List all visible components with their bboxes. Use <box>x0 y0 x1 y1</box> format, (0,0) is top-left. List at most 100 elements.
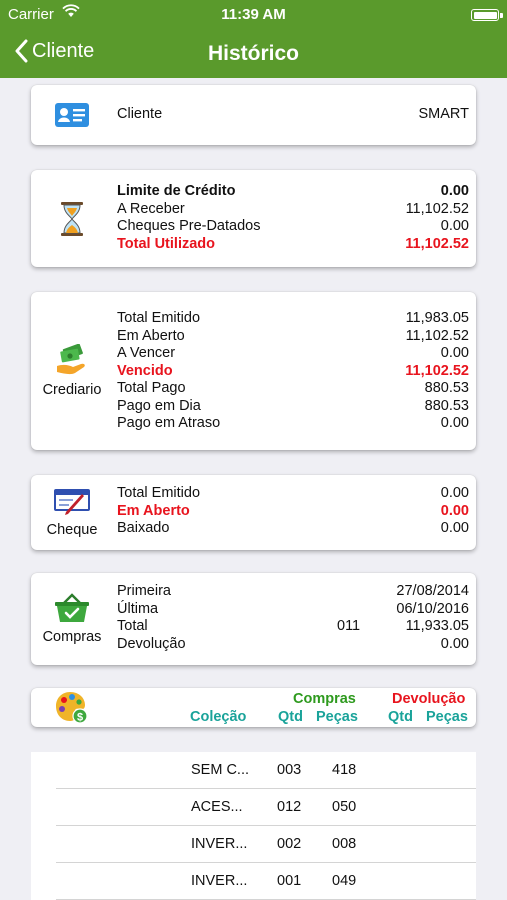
compras-qtd-header: Qtd <box>278 709 303 725</box>
colecao-name: ACES... <box>191 799 243 815</box>
total-used-value: 11,102.52 <box>405 235 469 252</box>
status-bar: Carrier 11:39 AM <box>0 0 507 30</box>
crediario-total-issued-value: 11,983.05 <box>405 310 469 326</box>
crediario-overdue-label: Vencido <box>117 362 173 379</box>
colecao-pecas: 008 <box>332 836 357 852</box>
cheque-total-issued-label: Total Emitido <box>117 485 201 501</box>
crediario-paid-on-time-label: Pago em Dia <box>117 397 201 414</box>
crediario-paid-on-time-row: Pago em Dia 880.53 <box>117 398 469 416</box>
devolucao-qtd-header: Qtd <box>388 709 413 725</box>
cheque-settled-row: Baixado 0.00 <box>117 520 469 538</box>
compras-first-value: 27/08/2014 <box>396 583 469 599</box>
compras-last-value: 06/10/2016 <box>396 600 469 617</box>
crediario-card: Crediario Total Emitido 11,983.05 Em Aber… <box>31 292 476 450</box>
credit-limit-row: Limite de Crédito 0.00 <box>117 183 469 201</box>
credit-card: Limite de Crédito 0.00 A Receber 11,102.52… <box>31 170 476 267</box>
table-row[interactable]: SEM C... 003 418 <box>56 752 476 789</box>
colecao-table: SEM C... 003 418 ACES... 012 050 INVER..… <box>31 752 476 900</box>
crediario-overdue-row: Vencido 11,102.52 <box>117 363 469 381</box>
cliente-row: Cliente SMART <box>117 106 469 124</box>
colecao-qtd: 003 <box>277 762 302 778</box>
compras-label: Compras <box>42 629 102 645</box>
clock: 11:39 AM <box>221 6 286 23</box>
cheque-settled-label: Baixado <box>117 520 170 536</box>
page-title: Histórico <box>207 42 299 65</box>
cheque-label: Cheque <box>46 521 98 538</box>
basket-check-icon <box>55 593 89 622</box>
colecao-name: INVER... <box>191 836 248 852</box>
crediario-paid-late-value: 0.00 <box>440 415 469 431</box>
navigation-bar: Cliente Histórico <box>0 30 507 78</box>
colecao-qtd: 002 <box>277 836 302 852</box>
compras-first-label: Primeira <box>117 583 171 599</box>
compras-return-row: Devolução 0.00 <box>117 636 469 654</box>
cliente-value: SMART <box>418 106 470 122</box>
cheque-total-issued-value: 0.00 <box>440 485 469 501</box>
cheque-open-label: Em Aberto <box>117 502 190 519</box>
colecao-pecas: 418 <box>332 762 357 778</box>
compras-card: Compras Primeira 27/08/2014 Última 06/10/2… <box>31 573 476 665</box>
colecao-pecas: 049 <box>332 873 357 889</box>
receivable-value: 11,102.52 <box>405 200 469 217</box>
devolucao-pecas-header: Peças <box>426 709 468 725</box>
compras-total-row: Total 011 11,933.05 <box>117 618 469 636</box>
crediario-open-row: Em Aberto 11,102.52 <box>117 328 469 346</box>
crediario-overdue-value: 11,102.52 <box>405 362 469 379</box>
colecao-qtd: 012 <box>277 799 302 815</box>
predated-checks-value: 0.00 <box>440 218 469 234</box>
cliente-card: Cliente SMART <box>31 85 476 145</box>
receivable-row: A Receber 11,102.52 <box>117 201 469 219</box>
colecao-qtd: 001 <box>277 873 302 889</box>
compras-pecas-header: Peças <box>316 709 358 725</box>
cheque-open-row: Em Aberto 0.00 <box>117 503 469 521</box>
credit-limit-value: 0.00 <box>440 183 469 199</box>
cheque-total-issued-row: Total Emitido 0.00 <box>117 485 469 503</box>
colecao-name: SEM C... <box>191 762 250 778</box>
crediario-paid-late-label: Pago em Atraso <box>117 415 221 431</box>
total-used-label: Total Utilizado <box>117 235 216 252</box>
compras-total-value: 11,933.05 <box>405 618 469 634</box>
crediario-total-issued-label: Total Emitido <box>117 310 201 326</box>
battery-icon <box>471 9 503 21</box>
crediario-paid-on-time-value: 880.53 <box>424 397 469 414</box>
crediario-paid-late-row: Pago em Atraso 0.00 <box>117 415 469 433</box>
crediario-label: Crediario <box>42 382 102 398</box>
crediario-open-label: Em Aberto <box>117 327 185 344</box>
table-row[interactable]: INVER... 002 008 <box>56 826 476 863</box>
compras-return-label: Devolução <box>117 635 186 652</box>
crediario-total-paid-label: Total Pago <box>117 380 186 396</box>
cheque-settled-value: 0.00 <box>440 520 469 536</box>
colecao-name: INVER... <box>191 873 248 889</box>
colecao-column-header: Coleção <box>190 709 247 725</box>
crediario-open-value: 11,102.52 <box>405 327 469 344</box>
cheque-open-value: 0.00 <box>440 502 469 519</box>
crediario-total-paid-value: 880.53 <box>424 380 469 396</box>
crediario-to-mature-label: A Vencer <box>117 345 176 361</box>
crediario-total-issued-row: Total Emitido 11,983.05 <box>117 310 469 328</box>
palette-dollar-icon: $ <box>55 690 89 729</box>
history-content[interactable]: Cliente SMART Limite de Crédito 0.00 A Re… <box>0 78 507 900</box>
devolucao-column-header: Devolução <box>392 691 466 707</box>
table-row[interactable]: ACES... 012 050 <box>56 789 476 826</box>
crediario-section: Crediario <box>31 292 113 450</box>
credit-limit-label: Limite de Crédito <box>117 183 236 199</box>
compras-last-label: Última <box>117 600 159 617</box>
check-pen-icon <box>54 488 90 515</box>
crediario-total-paid-row: Total Pago 880.53 <box>117 380 469 398</box>
compras-first-row: Primeira 27/08/2014 <box>117 583 469 601</box>
crediario-to-mature-value: 0.00 <box>440 345 469 361</box>
compras-column-header: Compras <box>293 691 356 707</box>
receivable-label: A Receber <box>117 200 185 217</box>
compras-return-value: 0.00 <box>440 635 469 652</box>
predated-checks-label: Cheques Pre-Datados <box>117 218 261 234</box>
cliente-label: Cliente <box>117 106 163 122</box>
svg-text:$: $ <box>77 712 83 724</box>
compras-total-count: 011 <box>337 618 361 634</box>
hourglass-icon <box>31 170 113 267</box>
crediario-to-mature-row: A Vencer 0.00 <box>117 345 469 363</box>
compras-total-label: Total <box>117 618 148 634</box>
colecao-pecas: 050 <box>332 799 357 815</box>
table-row[interactable]: INVER... 001 049 <box>56 863 476 900</box>
money-hand-icon <box>57 344 85 375</box>
total-used-row: Total Utilizado 11,102.52 <box>117 236 469 254</box>
